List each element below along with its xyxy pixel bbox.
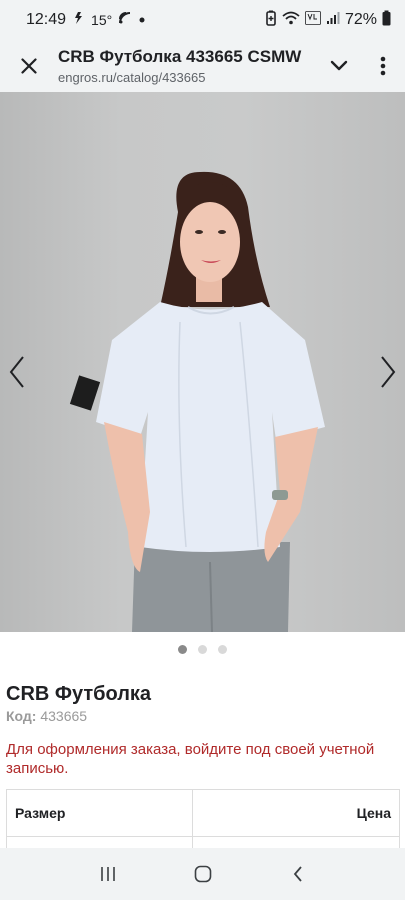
login-required-notice: Для оформления заказа, войдите под своей… (6, 741, 375, 777)
close-button[interactable] (0, 40, 58, 92)
volte-icon (305, 10, 321, 30)
status-time: 12:49 (26, 11, 67, 28)
battery-icon (382, 10, 391, 31)
page-url: engros.ru/catalog/433665 (58, 70, 206, 85)
carousel-dot-2[interactable] (198, 645, 207, 654)
product-code-label: Код: (6, 708, 37, 724)
battery-saver-icon (265, 10, 277, 31)
wifi-icon (282, 11, 300, 30)
weather-icon (72, 11, 85, 30)
chevron-left-icon (9, 356, 24, 388)
back-button[interactable] (278, 854, 318, 894)
tab-titles[interactable]: CRB Футболка 433665 CSMW engros.ru/catal… (58, 47, 317, 85)
status-bar: 12:49 15° 72% (0, 0, 405, 40)
carousel-prev-button[interactable] (2, 352, 32, 392)
table-header-size: Размер (6, 789, 193, 837)
status-temperature: 15° (91, 12, 113, 28)
product-name: CRB Футболка (6, 683, 152, 705)
table-header-price: Цена (192, 789, 400, 837)
close-icon (21, 58, 37, 74)
status-battery-text: 72% (344, 11, 377, 28)
status-left: 12:49 15° (26, 11, 146, 30)
page-title: CRB Футболка 433665 CSMW (58, 47, 302, 66)
home-icon (194, 865, 211, 883)
carousel-dot-3[interactable] (218, 645, 227, 654)
expand-button[interactable] (317, 40, 361, 92)
notification-dot-icon (138, 11, 146, 29)
overflow-menu-button[interactable] (361, 40, 405, 92)
back-icon (293, 866, 302, 882)
product-code: Код: 433665 (6, 708, 87, 724)
system-nav-bar (0, 848, 405, 900)
product-code-value: 433665 (40, 708, 88, 724)
chevron-right-icon (381, 356, 396, 388)
more-vert-icon (380, 56, 386, 76)
custom-tab-header: CRB Футболка 433665 CSMW engros.ru/catal… (0, 40, 405, 92)
carousel-dots (0, 645, 405, 657)
product-image-carousel[interactable] (0, 92, 405, 632)
carousel-dot-1[interactable] (178, 645, 187, 654)
recent-apps-icon (100, 867, 115, 881)
home-button[interactable] (183, 854, 223, 894)
status-right: 72% (265, 10, 391, 31)
nfc-icon (118, 11, 132, 30)
product-photo (69, 171, 325, 632)
chevron-down-icon (330, 60, 348, 71)
table-header-row: Размер Цена (6, 789, 400, 837)
recent-apps-button[interactable] (88, 854, 128, 894)
signal-icon (326, 11, 340, 30)
carousel-next-button[interactable] (373, 352, 403, 392)
